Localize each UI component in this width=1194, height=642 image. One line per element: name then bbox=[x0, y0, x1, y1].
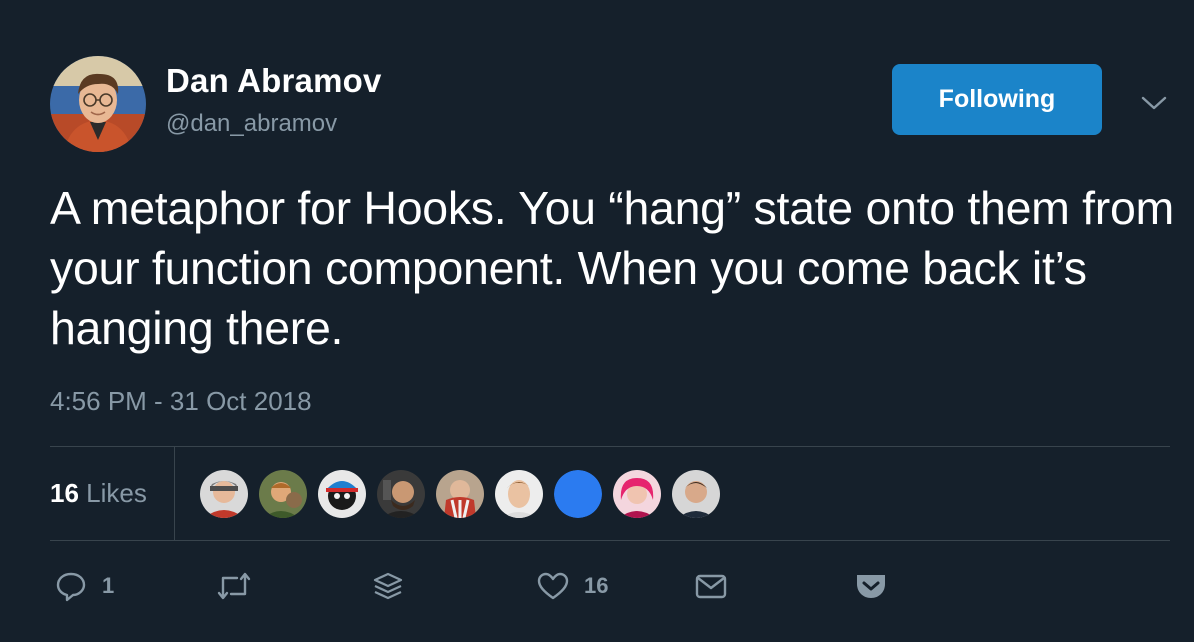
liker-avatar[interactable] bbox=[495, 470, 543, 518]
author-avatar[interactable] bbox=[50, 56, 146, 152]
pocket-icon bbox=[854, 569, 888, 603]
layers-icon bbox=[371, 569, 405, 603]
profile-photo-icon bbox=[50, 56, 146, 152]
like-count: 16 bbox=[584, 573, 609, 598]
retweet-button[interactable] bbox=[215, 566, 253, 606]
liker-avatar[interactable] bbox=[318, 470, 366, 518]
like-button[interactable]: 16 bbox=[536, 566, 608, 606]
reply-button[interactable]: 1 bbox=[54, 566, 114, 606]
likes-summary[interactable]: 16 Likes bbox=[50, 478, 147, 509]
liker-avatar[interactable] bbox=[554, 470, 602, 518]
reply-icon bbox=[54, 569, 88, 603]
tweet-text: A metaphor for Hooks. You “hang” state o… bbox=[50, 182, 1174, 354]
following-button[interactable]: Following bbox=[892, 64, 1102, 135]
chevron-down-icon[interactable] bbox=[1140, 92, 1168, 114]
reply-count: 1 bbox=[102, 573, 115, 598]
heart-icon bbox=[536, 569, 570, 603]
liker-avatar[interactable] bbox=[200, 470, 248, 518]
likes-label: Likes bbox=[86, 478, 147, 508]
message-button[interactable] bbox=[694, 566, 728, 606]
tweet-timestamp[interactable]: 4:56 PM - 31 Oct 2018 bbox=[50, 386, 312, 417]
author-handle[interactable]: @dan_abramov bbox=[166, 110, 337, 138]
liker-avatar[interactable] bbox=[259, 470, 307, 518]
tweet-actions: 1 16 bbox=[0, 566, 1194, 606]
likers-list bbox=[200, 470, 720, 518]
likes-count: 16 bbox=[50, 478, 79, 508]
retweet-icon bbox=[215, 569, 253, 603]
liker-avatar[interactable] bbox=[377, 470, 425, 518]
liker-avatar[interactable] bbox=[672, 470, 720, 518]
likes-separator bbox=[174, 447, 175, 540]
stack-button[interactable] bbox=[371, 566, 405, 606]
divider-bottom bbox=[50, 540, 1170, 541]
liker-avatar[interactable] bbox=[613, 470, 661, 518]
pocket-button[interactable] bbox=[854, 566, 888, 606]
author-name[interactable]: Dan Abramov bbox=[166, 62, 382, 100]
divider-top bbox=[50, 446, 1170, 447]
envelope-icon bbox=[694, 569, 728, 603]
liker-avatar[interactable] bbox=[436, 470, 484, 518]
